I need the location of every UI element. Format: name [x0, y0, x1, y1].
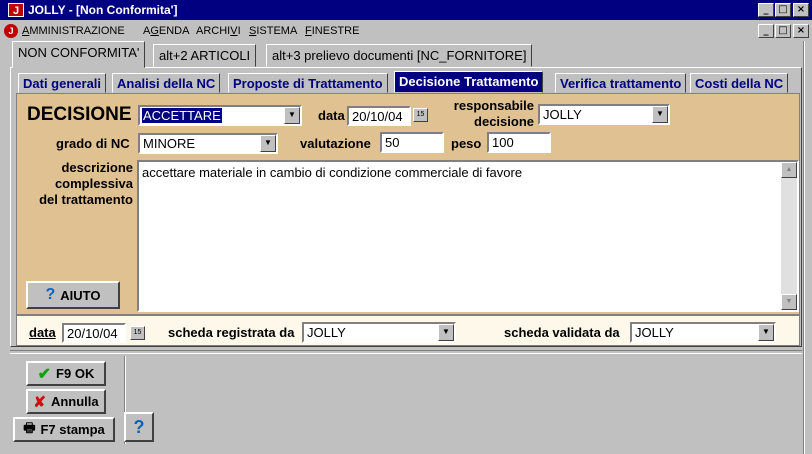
- menu-agenda[interactable]: AGENDA: [143, 25, 189, 37]
- menu-amministrazione[interactable]: AMMINISTRAZIONE: [22, 25, 125, 37]
- responsabile-select[interactable]: JOLLY ▼: [538, 104, 670, 125]
- registrata-label: scheda registrata da: [168, 325, 295, 340]
- descrizione-label-2: complessiva: [54, 176, 133, 191]
- menu-app-icon[interactable]: J: [4, 24, 18, 38]
- app-icon: J: [8, 3, 24, 17]
- valutazione-field[interactable]: 50: [380, 132, 444, 153]
- descrizione-label: descrizione: [61, 160, 133, 175]
- validata-label: scheda validata da: [504, 325, 620, 340]
- decisione-value: ACCETTARE: [142, 108, 222, 123]
- descrizione-label-3: del trattamento: [39, 192, 133, 207]
- help-icon: ?: [45, 286, 56, 303]
- data-label: data: [318, 108, 345, 123]
- window-title: JOLLY - [Non Conformita']: [28, 3, 178, 17]
- minimize-button[interactable]: _: [758, 3, 774, 17]
- scroll-up-icon[interactable]: ▲: [781, 162, 797, 178]
- tab-dati-generali[interactable]: Dati generali: [18, 73, 107, 93]
- validata-select[interactable]: JOLLY ▼: [630, 322, 776, 343]
- peso-label: peso: [451, 136, 482, 151]
- peso-field[interactable]: 100: [487, 132, 551, 153]
- responsabile-label-2: decisione: [474, 114, 534, 129]
- tab-non-conformita[interactable]: NON CONFORMITA': [12, 41, 146, 68]
- descrizione-textarea[interactable]: accettare materiale in cambio di condizi…: [137, 160, 799, 312]
- data-field[interactable]: 20/10/04: [347, 106, 411, 126]
- valutazione-label: valutazione: [300, 136, 371, 151]
- stampa-label: F7 stampa: [40, 422, 105, 437]
- check-icon: ✔: [37, 365, 52, 383]
- maximize-button[interactable]: □: [775, 3, 791, 17]
- grado-value: MINORE: [143, 136, 195, 151]
- memo-scrollbar[interactable]: ▲ ▼: [781, 162, 797, 310]
- validata-value: JOLLY: [635, 325, 674, 340]
- scroll-down-icon[interactable]: ▼: [781, 294, 797, 310]
- ok-button[interactable]: ✔ F9 OK: [26, 361, 106, 386]
- tab-analisi-nc[interactable]: Analisi della NC: [112, 73, 221, 93]
- separator: [10, 350, 802, 354]
- chevron-down-icon[interactable]: ▼: [652, 106, 668, 123]
- calendar-icon[interactable]: 15: [413, 108, 428, 122]
- chevron-down-icon[interactable]: ▼: [284, 107, 300, 124]
- ok-label: F9 OK: [56, 366, 95, 381]
- title-bar: J JOLLY - [Non Conformita'] _ □ ×: [0, 0, 812, 20]
- annulla-button[interactable]: ✘ Annulla: [26, 389, 106, 414]
- tab-proposte-trattamento[interactable]: Proposte di Trattamento: [228, 73, 388, 93]
- chevron-down-icon[interactable]: ▼: [758, 324, 774, 341]
- question-icon: ?: [133, 416, 145, 437]
- close-button[interactable]: ×: [793, 3, 809, 17]
- printer-icon: 🖶: [23, 419, 36, 435]
- aiuto-button[interactable]: ? AIUTO: [26, 281, 120, 309]
- registrata-select[interactable]: JOLLY ▼: [302, 322, 456, 343]
- responsabile-value: JOLLY: [543, 107, 582, 122]
- child-minimize-button[interactable]: _: [758, 24, 774, 38]
- tab-costi-nc[interactable]: Costi della NC: [690, 73, 789, 93]
- annulla-label: Annulla: [50, 394, 99, 409]
- menu-archivi[interactable]: ARCHIVI: [196, 25, 241, 37]
- registrata-value: JOLLY: [307, 325, 346, 340]
- cancel-icon: ✘: [33, 393, 46, 411]
- child-restore-button[interactable]: □: [775, 24, 791, 38]
- decisione-label: DECISIONE: [27, 104, 132, 125]
- help-button[interactable]: ?: [124, 412, 154, 442]
- bottom-data-field[interactable]: 20/10/04: [62, 323, 126, 343]
- responsabile-label: responsabile: [453, 98, 534, 113]
- decisione-select[interactable]: ACCETTARE ▼: [138, 105, 302, 126]
- chevron-down-icon[interactable]: ▼: [260, 135, 276, 152]
- descrizione-text: accettare materiale in cambio di condizi…: [142, 165, 523, 180]
- tab-decisione-trattamento[interactable]: Decisione Trattamento: [394, 71, 544, 93]
- menu-finestre[interactable]: FINESTRE: [305, 25, 359, 37]
- bottom-calendar-icon[interactable]: 15: [130, 326, 145, 340]
- right-edge: [803, 41, 805, 454]
- child-close-button[interactable]: ×: [793, 24, 809, 38]
- tab-prelievo-documenti[interactable]: alt+3 prelievo documenti [NC_FORNITORE]: [266, 44, 533, 67]
- grado-label: grado di NC: [56, 136, 130, 151]
- tab-articoli[interactable]: alt+2 ARTICOLI: [153, 44, 257, 67]
- tab-verifica-trattamento[interactable]: Verifica trattamento: [555, 73, 687, 93]
- grado-select[interactable]: MINORE ▼: [138, 133, 278, 154]
- bottom-data-label: data: [29, 325, 56, 340]
- stampa-button[interactable]: 🖶 F7 stampa: [13, 417, 115, 442]
- menu-sistema[interactable]: SISTEMA: [249, 25, 297, 37]
- menu-bar: J AMMINISTRAZIONE AGENDA ARCHIVI SISTEMA…: [0, 21, 812, 41]
- aiuto-label: AIUTO: [60, 287, 101, 303]
- chevron-down-icon[interactable]: ▼: [438, 324, 454, 341]
